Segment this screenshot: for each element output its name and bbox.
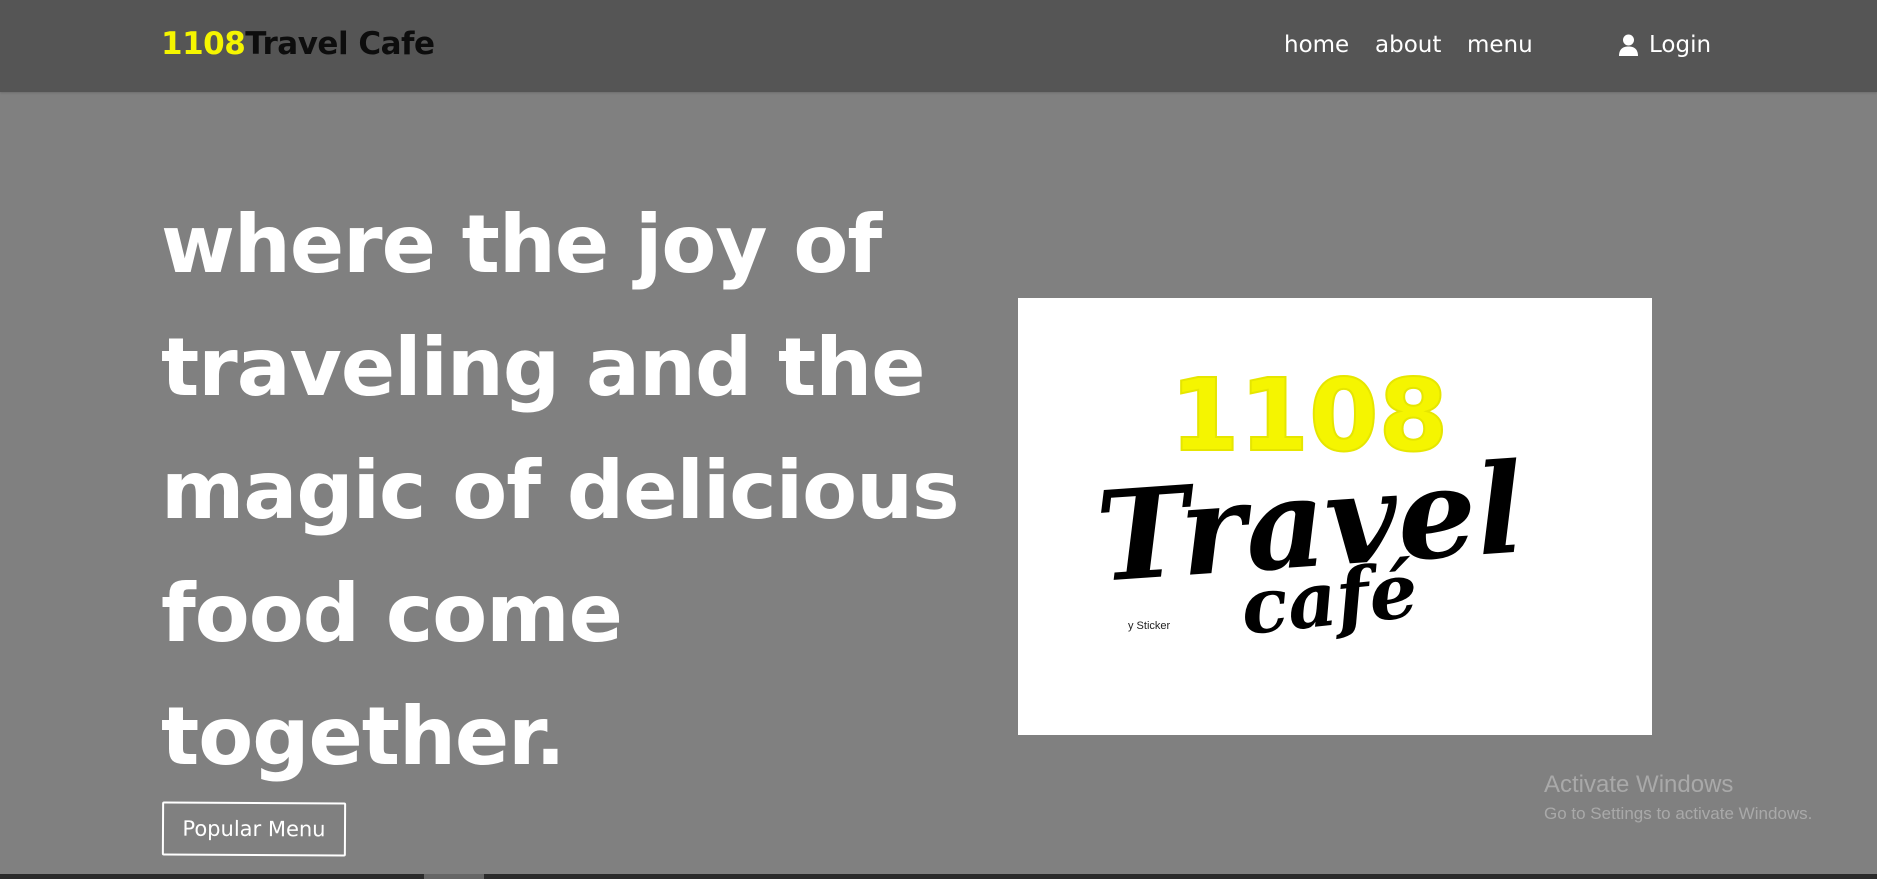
brand-number: 1108 bbox=[161, 26, 246, 62]
scrollbar-thumb[interactable] bbox=[424, 874, 484, 879]
windows-activation-watermark: Activate Windows Go to Settings to activ… bbox=[1544, 770, 1812, 826]
horizontal-scrollbar[interactable] bbox=[0, 874, 1877, 879]
brand-logo[interactable]: 1108Travel Cafe bbox=[161, 24, 435, 64]
watermark-title: Activate Windows bbox=[1544, 771, 1734, 798]
logo-caption: y Sticker bbox=[1128, 620, 1171, 632]
watermark-subtitle: Go to Settings to activate Windows. bbox=[1544, 804, 1813, 823]
login-label: Login bbox=[1649, 32, 1712, 58]
logo-line2: café bbox=[1237, 545, 1422, 652]
nav-link-home[interactable]: home bbox=[1284, 28, 1349, 62]
popular-menu-button[interactable]: Popular Menu bbox=[161, 801, 347, 857]
navbar: 1108Travel Cafe home about menu Login bbox=[0, 0, 1877, 92]
login-button[interactable]: Login bbox=[1619, 28, 1711, 62]
nav-link-about[interactable]: about bbox=[1375, 28, 1441, 62]
hero-headline: where the joy of traveling and the magic… bbox=[161, 198, 960, 783]
brand-name: Travel Cafe bbox=[245, 26, 435, 62]
nav-link-menu[interactable]: menu bbox=[1467, 28, 1533, 62]
cafe-logo-image: 1108 Travel café y Sticker bbox=[1018, 298, 1652, 735]
user-icon bbox=[1619, 34, 1638, 56]
